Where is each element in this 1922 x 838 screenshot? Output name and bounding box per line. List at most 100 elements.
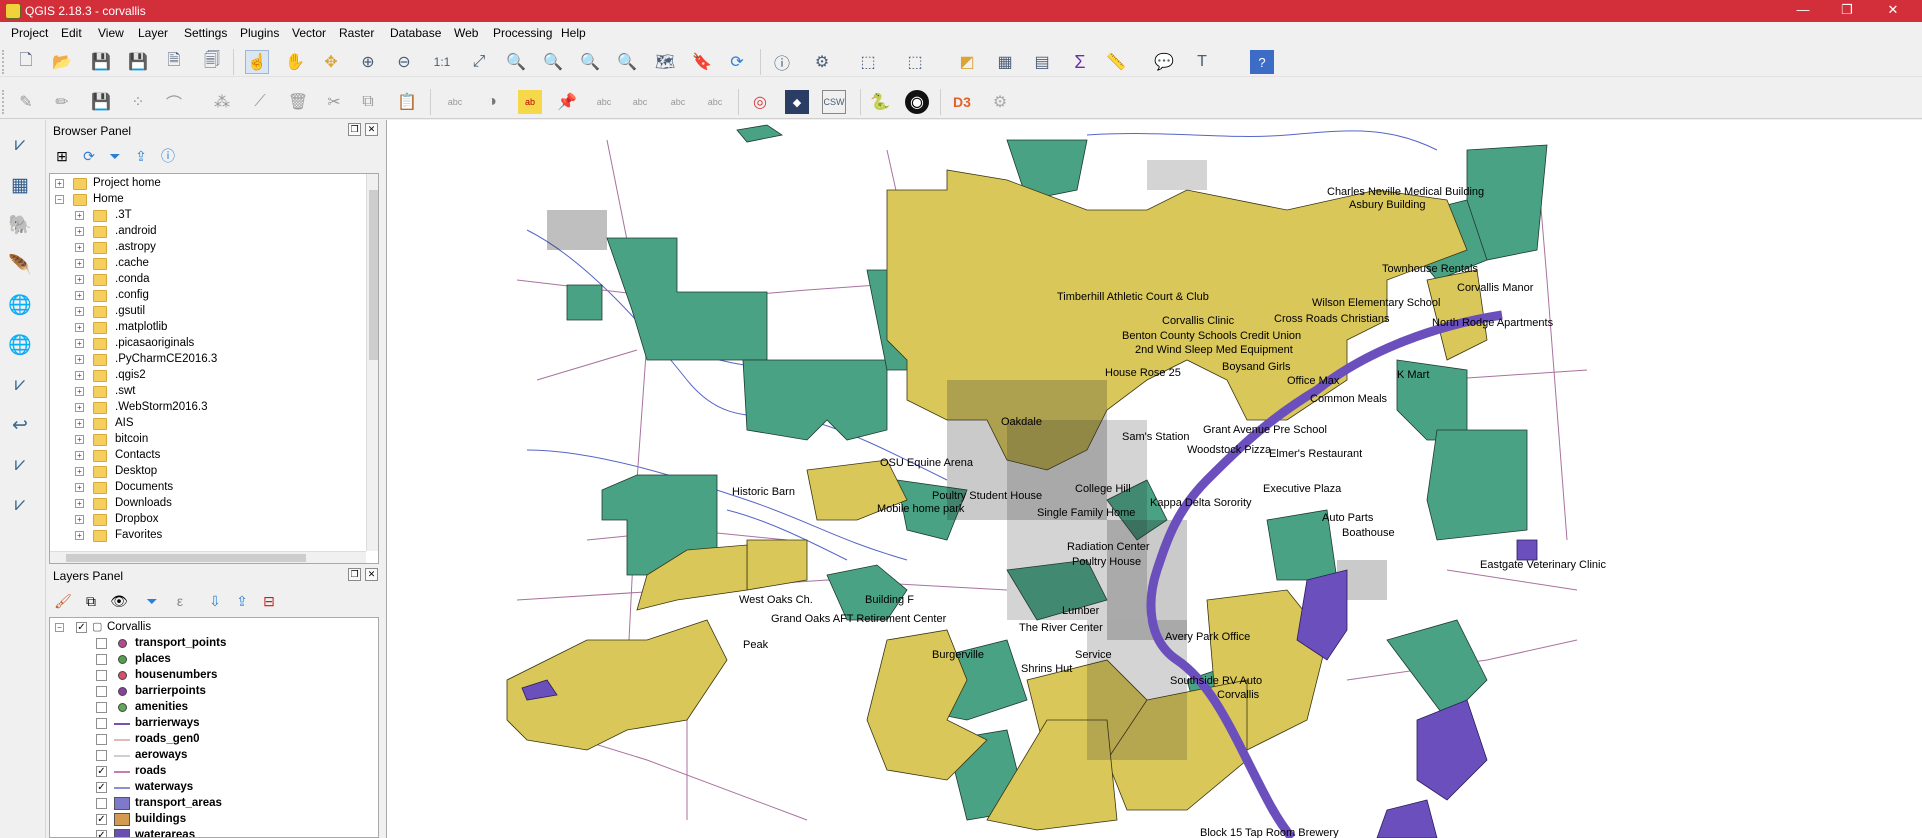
add-wms-layer-icon[interactable]: 🌐 <box>5 290 35 320</box>
menu-edit[interactable]: Edit <box>61 26 82 40</box>
zoom-next-icon[interactable]: 🔍 <box>615 50 639 74</box>
browser-item[interactable]: + .astropy <box>50 240 364 256</box>
menu-project[interactable]: Project <box>11 26 48 40</box>
expand-icon[interactable]: + <box>75 355 84 364</box>
select-by-value-icon[interactable]: ⬚ <box>903 50 927 74</box>
current-edits-icon[interactable]: ✎ <box>14 90 38 114</box>
remove-layer-icon[interactable]: ⊟ <box>259 591 279 611</box>
layer-visibility-checkbox[interactable] <box>96 670 107 681</box>
expand-icon[interactable]: + <box>75 275 84 284</box>
expand-icon[interactable]: + <box>75 419 84 428</box>
add-delimited-text-icon[interactable]: ↩ <box>5 410 35 440</box>
save-project-icon[interactable]: 💾 <box>89 50 113 74</box>
layer-item[interactable]: barrierways <box>50 716 370 732</box>
map-tips-icon[interactable]: 💬 <box>1152 50 1176 74</box>
zoom-out-icon[interactable]: ⊖ <box>392 50 416 74</box>
refresh-icon[interactable]: ⟳ <box>725 50 749 74</box>
pan-to-selection-icon[interactable]: ✥ <box>319 50 343 74</box>
globe-plugin-icon[interactable]: ◉ <box>905 90 929 114</box>
menu-help[interactable]: Help <box>561 26 586 40</box>
add-wcs-layer-icon[interactable]: 🌐 <box>5 330 35 360</box>
expand-icon[interactable]: + <box>75 259 84 268</box>
zoom-last-icon[interactable]: 🔍 <box>578 50 602 74</box>
layer-item[interactable]: amenities <box>50 700 370 716</box>
processing-gear-icon[interactable]: ⚙ <box>988 90 1012 114</box>
copy-features-icon[interactable]: ⧉ <box>356 90 380 114</box>
properties-info-icon[interactable]: ⓘ <box>158 146 178 166</box>
expand-icon[interactable]: + <box>75 451 84 460</box>
toolbar-grip[interactable] <box>2 50 6 74</box>
menu-settings[interactable]: Settings <box>184 26 227 40</box>
menu-database[interactable]: Database <box>390 26 441 40</box>
menu-processing[interactable]: Processing <box>493 26 552 40</box>
browser-item[interactable]: + Dropbox <box>50 512 364 528</box>
new-bookmark-icon[interactable]: 🔖 <box>690 50 714 74</box>
move-label-icon[interactable]: abc <box>628 90 652 114</box>
touch-zoom-pan-icon[interactable]: ☝ <box>245 50 269 74</box>
float-panel-icon[interactable]: ❐ <box>348 123 361 136</box>
new-print-composer-icon[interactable]: 🗎 <box>162 50 186 74</box>
layer-visibility-checkbox[interactable]: ✓ <box>96 766 107 777</box>
browser-item[interactable]: + Documents <box>50 480 364 496</box>
new-shapefile-icon[interactable]: ⩗ <box>5 490 35 520</box>
composer-manager-icon[interactable]: 🗐 <box>200 50 224 74</box>
scroll-thumb[interactable] <box>369 190 378 360</box>
minimize-button[interactable]: — <box>1783 0 1823 22</box>
new-project-icon[interactable]: 🗋 <box>14 50 38 74</box>
toolbar-grip[interactable] <box>2 90 6 114</box>
browser-item[interactable]: + .3T <box>50 208 364 224</box>
open-layer-styling-icon[interactable]: 🖌 <box>53 591 73 611</box>
add-csw-icon[interactable]: CSW <box>822 90 846 114</box>
layer-diagram-icon[interactable]: ◑ <box>480 90 504 114</box>
browser-item[interactable]: − Home <box>50 192 364 208</box>
group-visibility-checkbox[interactable]: ✓ <box>76 622 87 633</box>
layer-item[interactable]: roads_gen0 <box>50 732 370 748</box>
layer-visibility-checkbox[interactable] <box>96 686 107 697</box>
browser-item[interactable]: + .qgis2 <box>50 368 364 384</box>
expand-icon[interactable]: + <box>75 499 84 508</box>
expand-icon[interactable]: + <box>75 227 84 236</box>
browser-item[interactable]: + Downloads <box>50 496 364 512</box>
layer-item[interactable]: ✓ waterways <box>50 780 370 796</box>
menu-view[interactable]: View <box>98 26 124 40</box>
layer-visibility-checkbox[interactable] <box>96 750 107 761</box>
browser-item[interactable]: + .swt <box>50 384 364 400</box>
add-selected-layers-icon[interactable]: ⊞ <box>52 146 72 166</box>
layer-item[interactable]: ✓ waterareas <box>50 828 370 837</box>
browser-item[interactable]: + bitcoin <box>50 432 364 448</box>
text-annotation-icon[interactable]: T <box>1190 50 1214 74</box>
attribute-table-icon[interactable]: ▦ <box>993 50 1017 74</box>
menu-vector[interactable]: Vector <box>292 26 326 40</box>
browser-item[interactable]: + .gsutil <box>50 304 364 320</box>
browser-item[interactable]: + Favorites <box>50 528 364 544</box>
add-circular-string-icon[interactable]: ⌒ <box>162 90 186 114</box>
statistics-sigma-icon[interactable]: Σ <box>1068 50 1092 74</box>
layer-visibility-checkbox[interactable] <box>96 798 107 809</box>
close-panel-icon[interactable]: ✕ <box>365 123 378 136</box>
expand-icon[interactable]: + <box>55 179 64 188</box>
collapse-all-icon[interactable]: ⇪ <box>131 146 151 166</box>
expand-icon[interactable]: + <box>75 467 84 476</box>
maximize-button[interactable]: ❐ <box>1827 0 1867 22</box>
layer-item[interactable]: ✓ buildings <box>50 812 370 828</box>
layer-item[interactable]: transport_points <box>50 636 370 652</box>
layer-item[interactable]: transport_areas <box>50 796 370 812</box>
add-feature-icon[interactable]: ⁘ <box>126 90 150 114</box>
expand-icon[interactable]: + <box>75 371 84 380</box>
expand-all-icon[interactable]: ⇩ <box>205 591 225 611</box>
layer-item[interactable]: places <box>50 652 370 668</box>
expand-icon[interactable]: + <box>75 307 84 316</box>
new-map-view-icon[interactable]: 🗺 <box>653 50 677 74</box>
collapse-icon[interactable]: − <box>55 195 64 204</box>
show-hide-labels-icon[interactable]: abc <box>592 90 616 114</box>
browser-item[interactable]: + .conda <box>50 272 364 288</box>
zoom-to-selection-icon[interactable]: 🔍 <box>504 50 528 74</box>
add-postgis-layer-icon[interactable]: 🐘 <box>5 210 35 240</box>
add-wfs-layer-icon[interactable]: ⩗ <box>5 370 35 400</box>
layer-item[interactable]: barrierpoints <box>50 684 370 700</box>
menu-layer[interactable]: Layer <box>138 26 168 40</box>
layer-visibility-checkbox[interactable] <box>96 638 107 649</box>
add-vector-layer-icon[interactable]: ⩗ <box>5 130 35 160</box>
move-feature-icon[interactable]: ⁂ <box>210 90 234 114</box>
menu-web[interactable]: Web <box>454 26 478 40</box>
